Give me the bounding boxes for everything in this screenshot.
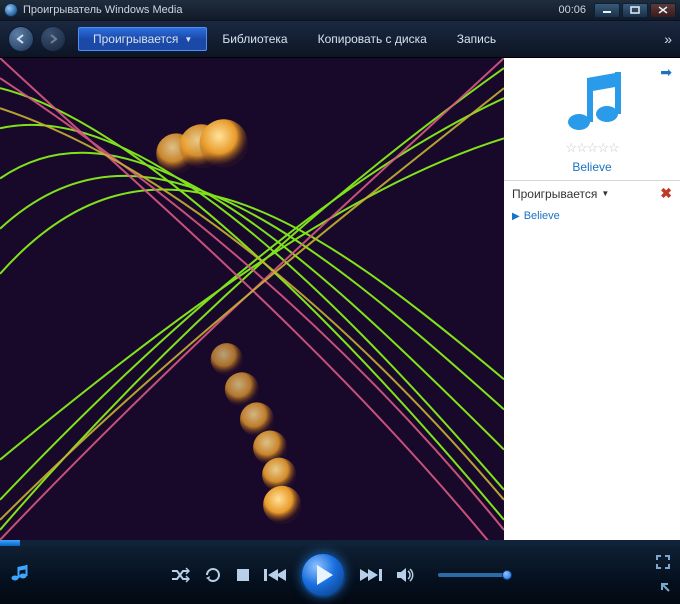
volume-fill bbox=[438, 573, 504, 577]
stop-button[interactable] bbox=[236, 568, 250, 582]
overflow-icon: » bbox=[664, 31, 672, 47]
previous-icon bbox=[264, 568, 286, 582]
repeat-button[interactable] bbox=[204, 566, 222, 584]
mute-button[interactable] bbox=[396, 567, 414, 583]
clear-playlist-button[interactable]: ✖ bbox=[660, 185, 672, 202]
playback-controls bbox=[0, 546, 680, 604]
chevron-down-icon: ▼ bbox=[601, 189, 609, 198]
fullscreen-button[interactable] bbox=[656, 555, 670, 572]
chevron-down-icon: ▼ bbox=[184, 35, 192, 44]
volume-knob[interactable] bbox=[502, 570, 512, 580]
next-button[interactable] bbox=[360, 568, 382, 582]
app-icon bbox=[4, 3, 18, 17]
fullscreen-icon bbox=[656, 555, 670, 569]
volume-slider[interactable] bbox=[438, 573, 510, 577]
compact-icon bbox=[656, 578, 670, 592]
minimize-button[interactable] bbox=[594, 3, 620, 18]
stars-icon: ☆☆☆☆☆ bbox=[565, 140, 618, 155]
compact-mode-button[interactable] bbox=[656, 578, 670, 595]
titlebar: Проигрыватель Windows Media 00:06 bbox=[0, 0, 680, 21]
rating-stars[interactable]: ☆☆☆☆☆ bbox=[565, 140, 618, 156]
album-header: ➡ ☆☆☆☆☆ Believe bbox=[504, 58, 680, 180]
now-playing-marker-icon: ▶ bbox=[512, 211, 520, 222]
previous-button[interactable] bbox=[264, 568, 286, 582]
content-area: ➡ ☆☆☆☆☆ Believe Проигрывается ▼ ✖ bbox=[0, 58, 680, 540]
tab-strip: Проигрывается ▼ Библиотека Копировать с … bbox=[78, 27, 511, 51]
close-button[interactable] bbox=[650, 3, 676, 18]
switch-to-library-button[interactable] bbox=[10, 564, 28, 587]
tab-now-playing[interactable]: Проигрывается ▼ bbox=[78, 27, 207, 51]
navbar: Проигрывается ▼ Библиотека Копировать с … bbox=[0, 21, 680, 58]
music-note-icon bbox=[10, 564, 28, 582]
shuffle-button[interactable] bbox=[170, 567, 190, 583]
volume-icon bbox=[396, 567, 414, 583]
app-title: Проигрыватель Windows Media bbox=[23, 4, 182, 16]
tab-rip[interactable]: Копировать с диска bbox=[303, 27, 442, 51]
arrow-right-icon bbox=[47, 33, 59, 45]
playlist-item-label: Believe bbox=[524, 210, 560, 222]
stop-icon bbox=[236, 568, 250, 582]
close-icon bbox=[658, 6, 668, 14]
music-note-icon bbox=[557, 66, 627, 136]
nav-back-button[interactable] bbox=[8, 26, 34, 52]
shuffle-icon bbox=[170, 567, 190, 583]
arrow-right-icon: ➡ bbox=[660, 64, 672, 80]
tab-burn[interactable]: Запись bbox=[442, 27, 511, 51]
visualization-graphic bbox=[0, 58, 504, 540]
tab-library[interactable]: Библиотека bbox=[207, 27, 302, 51]
play-icon bbox=[315, 564, 335, 586]
title-clock: 00:06 bbox=[558, 4, 586, 16]
track-title: Believe bbox=[572, 160, 611, 174]
playlist-header-label: Проигрывается bbox=[512, 187, 597, 201]
tab-label: Проигрывается bbox=[93, 32, 178, 46]
playlist-header[interactable]: Проигрывается ▼ ✖ bbox=[504, 181, 680, 206]
delete-icon: ✖ bbox=[660, 185, 672, 201]
playlist: ▶ Believe bbox=[504, 206, 680, 226]
tab-label: Копировать с диска bbox=[318, 32, 427, 46]
minimize-icon bbox=[602, 6, 612, 14]
maximize-icon bbox=[630, 6, 640, 14]
play-button[interactable] bbox=[300, 552, 346, 598]
tab-label: Библиотека bbox=[222, 32, 287, 46]
playlist-item[interactable]: ▶ Believe bbox=[510, 208, 674, 224]
next-icon bbox=[360, 568, 382, 582]
nav-forward-button[interactable] bbox=[40, 26, 66, 52]
repeat-icon bbox=[204, 566, 222, 584]
tab-label: Запись bbox=[457, 32, 496, 46]
maximize-button[interactable] bbox=[622, 3, 648, 18]
now-playing-panel: ➡ ☆☆☆☆☆ Believe Проигрывается ▼ ✖ bbox=[504, 58, 680, 540]
expand-arrow-button[interactable]: ➡ bbox=[660, 64, 672, 81]
tabs-overflow-button[interactable]: » bbox=[664, 31, 672, 47]
arrow-left-icon bbox=[15, 33, 27, 45]
visualization-pane[interactable] bbox=[0, 58, 504, 540]
